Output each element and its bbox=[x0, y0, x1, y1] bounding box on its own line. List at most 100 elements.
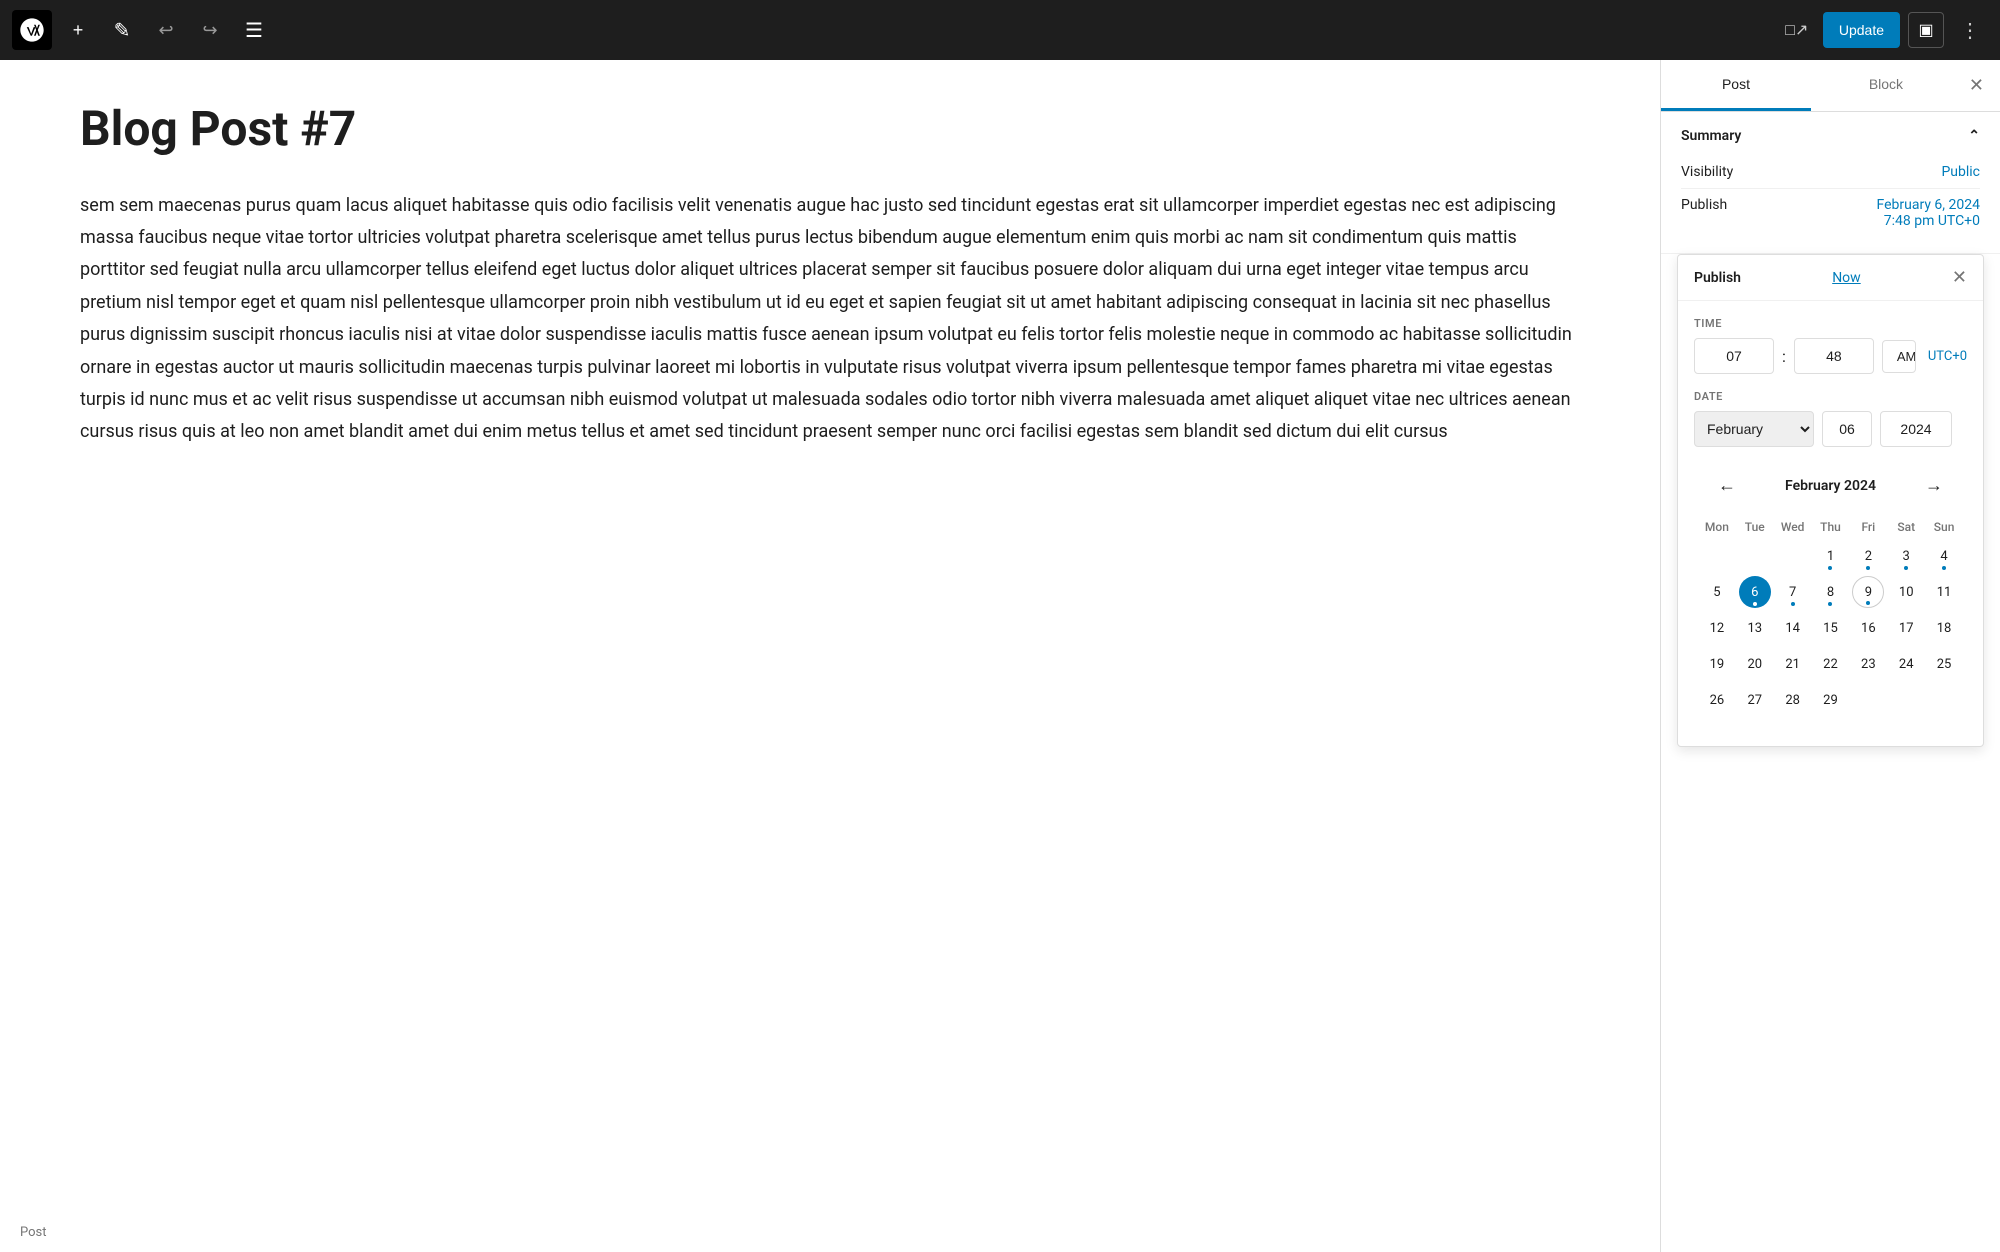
cal-day-8[interactable]: 8 bbox=[1814, 576, 1846, 608]
dow-thu: Thu bbox=[1812, 516, 1850, 538]
cal-day-3[interactable]: 3 bbox=[1890, 540, 1922, 572]
sidebar-close-button[interactable]: ✕ bbox=[1961, 67, 1992, 104]
post-content[interactable]: sem sem maecenas purus quam lacus alique… bbox=[80, 190, 1580, 449]
add-block-button[interactable]: + bbox=[60, 12, 96, 48]
wordpress-logo[interactable] bbox=[12, 10, 52, 50]
publish-popup-body: TIME : AM PM UTC+0 DATE bbox=[1678, 301, 1983, 746]
dow-sat: Sat bbox=[1887, 516, 1925, 538]
publish-time: 7:48 pm UTC+0 bbox=[1884, 213, 1980, 229]
am-button[interactable]: AM bbox=[1883, 341, 1916, 372]
date-row: January February March April May June Ju… bbox=[1694, 411, 1967, 447]
editor-area: Blog Post #7 sem sem maecenas purus quam… bbox=[0, 60, 1660, 1252]
cal-day-22[interactable]: 22 bbox=[1814, 648, 1846, 680]
redo-button[interactable]: ↪ bbox=[192, 12, 228, 48]
undo-button[interactable]: ↩ bbox=[148, 12, 184, 48]
publish-popup-close-button[interactable]: ✕ bbox=[1952, 267, 1967, 288]
main-toolbar: + ✎ ↩ ↪ ☰ □↗ Update ▣ ⋮ bbox=[0, 0, 2000, 60]
cal-day-19[interactable]: 19 bbox=[1701, 648, 1733, 680]
editor-bottom-label: Post bbox=[20, 1225, 47, 1240]
day-input[interactable] bbox=[1822, 411, 1872, 447]
sidebar-tabs: Post Block ✕ bbox=[1661, 60, 2000, 112]
calendar-nav: ← February 2024 → bbox=[1698, 463, 1963, 508]
time-label: TIME bbox=[1694, 317, 1967, 330]
minute-input[interactable] bbox=[1794, 338, 1874, 374]
publish-date: February 6, 2024 bbox=[1877, 197, 1981, 213]
cal-day-18[interactable]: 18 bbox=[1928, 612, 1960, 644]
update-button[interactable]: Update bbox=[1823, 12, 1900, 48]
publish-now-link[interactable]: Now bbox=[1832, 270, 1861, 286]
cal-day-2[interactable]: 2 bbox=[1852, 540, 1884, 572]
post-title[interactable]: Blog Post #7 bbox=[80, 100, 1580, 158]
preview-button[interactable]: □↗ bbox=[1779, 12, 1815, 48]
hour-input[interactable] bbox=[1694, 338, 1774, 374]
cal-day-28[interactable]: 28 bbox=[1777, 684, 1809, 716]
calendar-month-year: February 2024 bbox=[1785, 478, 1876, 494]
sidebar-toggle-button[interactable]: ▣ bbox=[1908, 12, 1944, 48]
sidebar: Post Block ✕ Summary ⌃ Visibility Public… bbox=[1660, 60, 2000, 1252]
month-select[interactable]: January February March April May June Ju… bbox=[1694, 411, 1814, 447]
cal-day-empty bbox=[1852, 684, 1884, 716]
date-section: DATE January February March April May Ju… bbox=[1694, 390, 1967, 447]
cal-day-12[interactable]: 12 bbox=[1701, 612, 1733, 644]
cal-day-7[interactable]: 7 bbox=[1777, 576, 1809, 608]
time-row: : AM PM UTC+0 bbox=[1694, 338, 1967, 374]
cal-day-9[interactable]: 9 bbox=[1852, 576, 1884, 608]
publish-popup-title: Publish bbox=[1694, 270, 1741, 286]
cal-day-11[interactable]: 11 bbox=[1928, 576, 1960, 608]
cal-day-1[interactable]: 1 bbox=[1814, 540, 1846, 572]
more-options-button[interactable]: ⋮ bbox=[1952, 12, 1988, 48]
list-view-button[interactable]: ☰ bbox=[236, 12, 272, 48]
cal-day-16[interactable]: 16 bbox=[1852, 612, 1884, 644]
dow-mon: Mon bbox=[1698, 516, 1736, 538]
summary-section: Summary ⌃ Visibility Public Publish Febr… bbox=[1661, 112, 2000, 254]
cal-day-5[interactable]: 5 bbox=[1701, 576, 1733, 608]
cal-day-empty bbox=[1928, 684, 1960, 716]
cal-day-empty bbox=[1739, 540, 1771, 572]
publish-row: Publish February 6, 2024 7:48 pm UTC+0 bbox=[1681, 189, 1980, 237]
cal-day-6[interactable]: 6 bbox=[1739, 576, 1771, 608]
main-layout: Blog Post #7 sem sem maecenas purus quam… bbox=[0, 60, 2000, 1252]
dow-wed: Wed bbox=[1774, 516, 1812, 538]
edit-button[interactable]: ✎ bbox=[104, 12, 140, 48]
am-pm-group: AM PM bbox=[1882, 340, 1916, 373]
calendar-prev-button[interactable]: ← bbox=[1710, 471, 1744, 500]
cal-day-23[interactable]: 23 bbox=[1852, 648, 1884, 680]
cal-day-empty bbox=[1890, 684, 1922, 716]
calendar-grid: Mon Tue Wed Thu Fri Sat Sun 1 2 3 bbox=[1698, 516, 1963, 718]
summary-collapse-icon: ⌃ bbox=[1968, 128, 1980, 144]
utc-label[interactable]: UTC+0 bbox=[1928, 349, 1967, 364]
publish-popup: Publish Now ✕ TIME : AM PM bbox=[1677, 254, 1984, 747]
tab-block[interactable]: Block bbox=[1811, 60, 1961, 111]
cal-day-empty bbox=[1701, 540, 1733, 572]
cal-day-21[interactable]: 21 bbox=[1777, 648, 1809, 680]
publish-popup-header: Publish Now ✕ bbox=[1678, 255, 1983, 301]
cal-day-17[interactable]: 17 bbox=[1890, 612, 1922, 644]
dow-tue: Tue bbox=[1736, 516, 1774, 538]
tab-post[interactable]: Post bbox=[1661, 60, 1811, 111]
cal-day-24[interactable]: 24 bbox=[1890, 648, 1922, 680]
dow-fri: Fri bbox=[1849, 516, 1887, 538]
time-colon: : bbox=[1782, 347, 1786, 366]
cal-day-20[interactable]: 20 bbox=[1739, 648, 1771, 680]
dow-sun: Sun bbox=[1925, 516, 1963, 538]
cal-day-15[interactable]: 15 bbox=[1814, 612, 1846, 644]
cal-day-27[interactable]: 27 bbox=[1739, 684, 1771, 716]
cal-day-14[interactable]: 14 bbox=[1777, 612, 1809, 644]
cal-day-10[interactable]: 10 bbox=[1890, 576, 1922, 608]
cal-day-26[interactable]: 26 bbox=[1701, 684, 1733, 716]
cal-day-25[interactable]: 25 bbox=[1928, 648, 1960, 680]
visibility-value[interactable]: Public bbox=[1941, 164, 1980, 180]
cal-day-4[interactable]: 4 bbox=[1928, 540, 1960, 572]
calendar-next-button[interactable]: → bbox=[1917, 471, 1951, 500]
calendar: ← February 2024 → Mon Tue Wed Thu Fri Sa… bbox=[1694, 463, 1967, 730]
year-input[interactable] bbox=[1880, 411, 1952, 447]
visibility-label: Visibility bbox=[1681, 164, 1733, 180]
cal-day-empty bbox=[1777, 540, 1809, 572]
cal-day-29[interactable]: 29 bbox=[1814, 684, 1846, 716]
date-label: DATE bbox=[1694, 390, 1967, 403]
summary-title: Summary bbox=[1681, 128, 1741, 144]
publish-value[interactable]: February 6, 2024 7:48 pm UTC+0 bbox=[1877, 197, 1981, 229]
cal-day-13[interactable]: 13 bbox=[1739, 612, 1771, 644]
summary-header[interactable]: Summary ⌃ bbox=[1681, 128, 1980, 144]
time-section: TIME : AM PM UTC+0 bbox=[1694, 317, 1967, 374]
